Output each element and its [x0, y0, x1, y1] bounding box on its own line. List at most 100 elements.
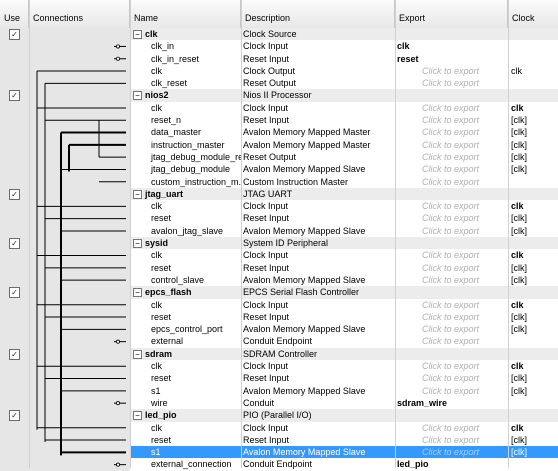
component-name[interactable]: sysid [130, 237, 241, 249]
clock-cell[interactable]: clk [508, 422, 558, 434]
clock-cell[interactable]: [clk] [508, 262, 558, 274]
port-name[interactable]: s1 [130, 446, 241, 458]
checkbox-checked-icon[interactable]: ✓ [9, 238, 20, 250]
click-to-export-field[interactable]: Click to export [395, 139, 508, 151]
column-header-name[interactable]: Name [130, 0, 241, 28]
column-header-export[interactable]: Export [395, 0, 508, 28]
clock-cell[interactable]: [clk] [508, 212, 558, 224]
clock-cell[interactable]: [clk] [508, 274, 558, 286]
port-name[interactable]: reset [130, 212, 241, 224]
click-to-export-field[interactable]: Click to export [395, 262, 508, 274]
clock-cell[interactable] [508, 348, 558, 360]
click-to-export-field[interactable]: Click to export [395, 446, 508, 458]
click-to-export-field[interactable]: Click to export [395, 299, 508, 311]
port-name[interactable]: control_slave [130, 274, 241, 286]
click-to-export-field[interactable]: Click to export [395, 249, 508, 261]
component-name[interactable]: sdram [130, 348, 241, 360]
port-name[interactable]: clk_in [130, 40, 241, 52]
clock-cell[interactable] [508, 188, 558, 200]
clock-cell[interactable] [508, 89, 558, 101]
clock-cell[interactable]: [clk] [508, 434, 558, 446]
clock-cell[interactable] [508, 176, 558, 188]
clock-cell[interactable]: [clk] [508, 372, 558, 384]
component-name[interactable]: jtag_uart [130, 188, 241, 200]
clock-cell[interactable]: clk [508, 249, 558, 261]
port-name[interactable]: jtag_debug_module [130, 163, 241, 175]
click-to-export-field[interactable]: Click to export [395, 163, 508, 175]
click-to-export-field[interactable]: Click to export [395, 274, 508, 286]
checkbox-checked-icon[interactable]: ✓ [9, 287, 20, 299]
port-name[interactable]: reset_n [130, 114, 241, 126]
port-name[interactable]: instruction_master [130, 139, 241, 151]
clock-cell[interactable]: [clk] [508, 385, 558, 397]
click-to-export-field[interactable]: Click to export [395, 126, 508, 138]
clock-cell[interactable]: [clk] [508, 225, 558, 237]
export-cell[interactable]: clk [395, 40, 508, 52]
checkbox-checked-icon[interactable]: ✓ [9, 410, 20, 422]
click-to-export-field[interactable]: Click to export [395, 225, 508, 237]
component-name[interactable]: clk [130, 28, 241, 40]
click-to-export-field[interactable]: Click to export [395, 200, 508, 212]
port-name[interactable]: external_connection [130, 458, 241, 470]
checkbox-checked-icon[interactable]: ✓ [9, 348, 20, 360]
clock-cell[interactable]: clk [508, 102, 558, 114]
component-name[interactable]: led_pio [130, 409, 241, 421]
click-to-export-field[interactable]: Click to export [395, 151, 508, 163]
export-connector-icon[interactable] [116, 44, 121, 49]
clock-cell[interactable] [508, 53, 558, 65]
click-to-export-field[interactable]: Click to export [395, 323, 508, 335]
checkbox-checked-icon[interactable]: ✓ [9, 29, 20, 40]
export-cell[interactable] [395, 237, 508, 249]
connections-graph[interactable] [29, 28, 130, 468]
click-to-export-field[interactable]: Click to export [395, 114, 508, 126]
component-name[interactable]: nios2 [130, 89, 241, 101]
click-to-export-field[interactable]: Click to export [395, 212, 508, 224]
conduit-connector-icon[interactable] [116, 339, 121, 344]
export-cell[interactable]: reset [395, 53, 508, 65]
export-cell[interactable] [395, 28, 508, 40]
column-header-clock[interactable]: Clock [508, 0, 558, 28]
port-name[interactable]: clk [130, 249, 241, 261]
port-name[interactable]: clk [130, 299, 241, 311]
export-connector-icon[interactable] [116, 56, 121, 61]
clock-cell[interactable]: [clk] [508, 126, 558, 138]
clock-cell[interactable]: [clk] [508, 323, 558, 335]
clock-cell[interactable] [508, 458, 558, 470]
port-name[interactable]: wire [130, 397, 241, 409]
column-header-connections[interactable]: Connections [29, 0, 130, 28]
export-cell[interactable] [395, 188, 508, 200]
port-name[interactable]: epcs_control_port [130, 323, 241, 335]
click-to-export-field[interactable]: Click to export [395, 422, 508, 434]
export-cell[interactable] [395, 409, 508, 421]
clock-cell[interactable]: [clk] [508, 114, 558, 126]
checkbox-checked-icon[interactable]: ✓ [9, 90, 20, 102]
clock-cell[interactable] [508, 397, 558, 409]
clock-cell[interactable]: [clk] [508, 163, 558, 175]
port-name[interactable]: external [130, 335, 241, 347]
click-to-export-field[interactable]: Click to export [395, 372, 508, 384]
clock-cell[interactable]: clk [508, 200, 558, 212]
click-to-export-field[interactable]: Click to export [395, 65, 508, 77]
column-header-description[interactable]: Description [241, 0, 395, 28]
export-cell[interactable] [395, 286, 508, 298]
clock-cell[interactable] [508, 237, 558, 249]
conduit-connector-icon[interactable] [116, 401, 121, 406]
port-name[interactable]: reset [130, 434, 241, 446]
click-to-export-field[interactable]: Click to export [395, 385, 508, 397]
port-name[interactable]: jtag_debug_module_re... [130, 151, 241, 163]
export-cell[interactable] [395, 348, 508, 360]
click-to-export-field[interactable]: Click to export [395, 434, 508, 446]
click-to-export-field[interactable]: Click to export [395, 360, 508, 372]
port-name[interactable]: avalon_jtag_slave [130, 225, 241, 237]
port-name[interactable]: clk [130, 102, 241, 114]
clock-cell[interactable] [508, 77, 558, 89]
port-name[interactable]: reset [130, 311, 241, 323]
conduit-connector-icon[interactable] [116, 462, 121, 467]
clock-cell[interactable] [508, 409, 558, 421]
column-header-use[interactable]: Use [0, 0, 29, 28]
click-to-export-field[interactable]: Click to export [395, 335, 508, 347]
export-cell[interactable]: sdram_wire [395, 397, 508, 409]
checkbox-checked-icon[interactable]: ✓ [9, 188, 20, 200]
click-to-export-field[interactable]: Click to export [395, 176, 508, 188]
clock-cell[interactable]: [clk] [508, 139, 558, 151]
